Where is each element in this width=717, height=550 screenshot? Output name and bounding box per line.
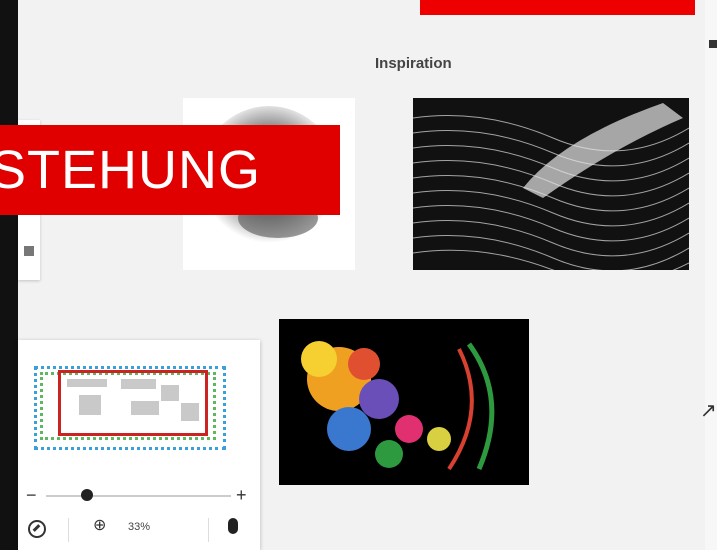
- minimap-item: [121, 379, 156, 389]
- inspiration-image-wireframe[interactable]: [413, 98, 689, 270]
- divider: [208, 518, 209, 542]
- section-title: Inspiration: [375, 55, 452, 72]
- minimap-panel: − + ⊕ 33%: [18, 340, 260, 550]
- zoom-out-icon[interactable]: −: [26, 486, 37, 504]
- zoom-slider[interactable]: − +: [18, 486, 260, 506]
- minimap-item: [181, 403, 199, 421]
- minimap-item: [79, 395, 101, 415]
- divider: [68, 518, 69, 542]
- zoom-in-plus-icon[interactable]: +: [236, 486, 247, 504]
- top-red-bar: [420, 0, 695, 15]
- zoom-in-icon[interactable]: ⊕: [93, 518, 109, 534]
- inspiration-image-flowers[interactable]: [279, 319, 529, 485]
- banner-text: STEHUNG: [0, 140, 262, 200]
- mouse-icon[interactable]: [228, 518, 238, 534]
- document-icon[interactable]: [24, 246, 34, 256]
- minimap-bottom-bar: ⊕ 33%: [18, 518, 260, 550]
- minimap-item: [161, 385, 179, 401]
- right-toolbar-icon[interactable]: [709, 40, 717, 48]
- zoom-knob[interactable]: [80, 489, 93, 501]
- right-edge-panel: [705, 0, 717, 550]
- minimap-item: [67, 379, 107, 387]
- zoom-level: 33%: [128, 521, 151, 533]
- compass-icon[interactable]: [28, 520, 46, 538]
- left-dark-strip: [0, 0, 18, 550]
- minimap-item: [131, 401, 159, 415]
- zoom-track[interactable]: [46, 495, 231, 497]
- title-banner: STEHUNG: [0, 125, 340, 215]
- minimap-frame: [58, 370, 208, 436]
- connector-icon[interactable]: ↗: [700, 398, 717, 422]
